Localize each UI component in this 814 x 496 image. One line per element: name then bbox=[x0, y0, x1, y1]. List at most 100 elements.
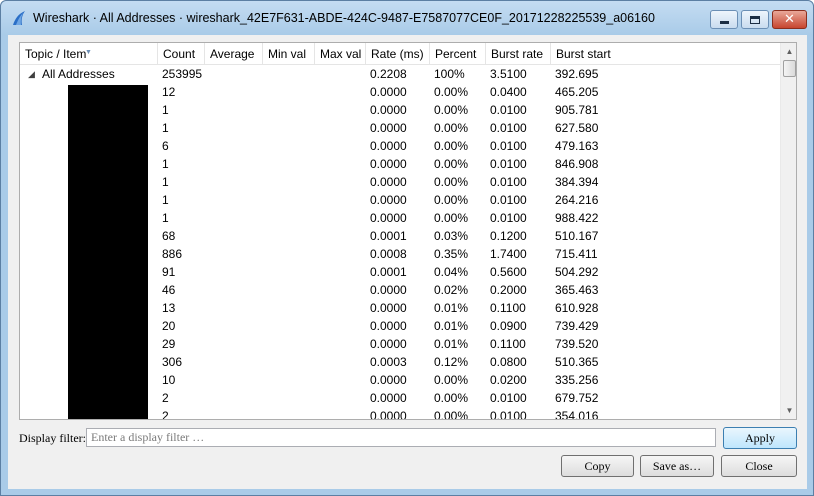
close-button[interactable]: Close bbox=[721, 455, 797, 477]
redaction-block bbox=[68, 85, 148, 419]
root-min bbox=[263, 65, 315, 83]
row-count: 29 bbox=[162, 337, 176, 351]
row-count: 886 bbox=[162, 247, 183, 261]
row-count: 1 bbox=[162, 211, 169, 225]
root-burst-rate: 3.5100 bbox=[490, 67, 527, 81]
row-rate: 0.0000 bbox=[370, 139, 407, 153]
dialog-body: Topic / Item ▼ Count Average Min val Max… bbox=[8, 35, 807, 489]
row-burst-rate: 0.1100 bbox=[490, 301, 526, 315]
row-rate: 0.0008 bbox=[370, 247, 407, 261]
statistics-tree[interactable]: Topic / Item ▼ Count Average Min val Max… bbox=[19, 42, 797, 420]
row-rate: 0.0001 bbox=[370, 229, 407, 243]
save-as-button[interactable]: Save as… bbox=[640, 455, 714, 477]
row-burst-rate: 0.0100 bbox=[490, 391, 527, 405]
root-label: All Addresses bbox=[42, 67, 115, 81]
column-average[interactable]: Average bbox=[205, 43, 263, 65]
scroll-up-arrow-icon[interactable]: ▲ bbox=[781, 43, 796, 60]
close-window-button[interactable]: ✕ bbox=[772, 10, 807, 29]
vertical-scrollbar[interactable]: ▲ ▼ bbox=[780, 43, 796, 419]
row-burst-start: 739.520 bbox=[555, 337, 599, 351]
row-rate: 0.0003 bbox=[370, 355, 407, 369]
row-count: 306 bbox=[162, 355, 183, 369]
row-percent: 0.00% bbox=[434, 409, 469, 420]
row-burst-start: 905.781 bbox=[555, 103, 599, 117]
column-percent[interactable]: Percent bbox=[430, 43, 486, 65]
row-percent: 0.00% bbox=[434, 373, 469, 387]
row-burst-start: 465.205 bbox=[555, 85, 599, 99]
row-percent: 0.35% bbox=[434, 247, 469, 261]
row-percent: 0.00% bbox=[434, 103, 469, 117]
column-topic-item[interactable]: Topic / Item ▼ bbox=[20, 43, 158, 65]
row-rate: 0.0000 bbox=[370, 409, 407, 420]
row-percent: 0.01% bbox=[434, 301, 469, 315]
row-rate: 0.0000 bbox=[370, 391, 407, 405]
row-burst-rate: 0.0400 bbox=[490, 85, 527, 99]
tree-root-row[interactable]: ◢ All Addresses 253995 0.2208 100% 3.510… bbox=[20, 65, 780, 83]
column-max-val[interactable]: Max val bbox=[315, 43, 366, 65]
row-percent: 0.00% bbox=[434, 85, 469, 99]
row-percent: 0.01% bbox=[434, 319, 469, 333]
row-burst-start: 846.908 bbox=[555, 157, 599, 171]
row-rate: 0.0000 bbox=[370, 157, 407, 171]
row-burst-start: 479.163 bbox=[555, 139, 599, 153]
row-burst-start: 510.365 bbox=[555, 355, 599, 369]
row-rate: 0.0000 bbox=[370, 175, 407, 189]
row-burst-rate: 0.0100 bbox=[490, 139, 527, 153]
row-burst-start: 354.016 bbox=[555, 409, 599, 420]
row-percent: 0.00% bbox=[434, 391, 469, 405]
row-rate: 0.0000 bbox=[370, 103, 407, 117]
apply-button[interactable]: Apply bbox=[723, 427, 797, 449]
wireshark-fin-icon bbox=[13, 11, 25, 25]
row-percent: 0.04% bbox=[434, 265, 469, 279]
row-burst-start: 335.256 bbox=[555, 373, 599, 387]
row-rate: 0.0000 bbox=[370, 319, 407, 333]
row-rate: 0.0000 bbox=[370, 283, 407, 297]
row-count: 46 bbox=[162, 283, 176, 297]
row-burst-rate: 0.0100 bbox=[490, 409, 527, 420]
row-burst-rate: 0.1200 bbox=[490, 229, 527, 243]
row-burst-start: 365.463 bbox=[555, 283, 599, 297]
row-burst-start: 384.394 bbox=[555, 175, 599, 189]
row-percent: 0.12% bbox=[434, 355, 469, 369]
row-rate: 0.0000 bbox=[370, 301, 407, 315]
root-burst-start: 392.695 bbox=[555, 67, 599, 81]
maximize-button[interactable] bbox=[741, 10, 769, 29]
root-average bbox=[205, 65, 263, 83]
row-percent: 0.00% bbox=[434, 139, 469, 153]
close-icon: ✕ bbox=[784, 12, 795, 27]
row-burst-start: 627.580 bbox=[555, 121, 599, 135]
column-header: Topic / Item ▼ Count Average Min val Max… bbox=[20, 43, 780, 65]
column-burst-start[interactable]: Burst start bbox=[551, 43, 780, 65]
row-count: 12 bbox=[162, 85, 176, 99]
statistics-window: Wireshark · All Addresses · wireshark_42… bbox=[0, 0, 814, 496]
row-rate: 0.0000 bbox=[370, 373, 407, 387]
row-percent: 0.00% bbox=[434, 157, 469, 171]
title-bar[interactable]: Wireshark · All Addresses · wireshark_42… bbox=[1, 1, 813, 35]
collapse-triangle-icon[interactable]: ◢ bbox=[28, 65, 35, 83]
row-burst-rate: 0.0100 bbox=[490, 175, 527, 189]
minimize-button[interactable] bbox=[710, 10, 738, 29]
scrollbar-thumb[interactable] bbox=[783, 60, 796, 77]
column-count[interactable]: Count bbox=[158, 43, 205, 65]
copy-button[interactable]: Copy bbox=[561, 455, 634, 477]
row-count: 2 bbox=[162, 409, 169, 420]
display-filter-input[interactable] bbox=[86, 428, 716, 447]
row-count: 68 bbox=[162, 229, 176, 243]
row-burst-rate: 1.7400 bbox=[490, 247, 527, 261]
row-burst-rate: 0.1100 bbox=[490, 337, 526, 351]
row-burst-rate: 0.0100 bbox=[490, 157, 527, 171]
row-percent: 0.03% bbox=[434, 229, 469, 243]
row-burst-rate: 0.0100 bbox=[490, 193, 527, 207]
maximize-icon bbox=[750, 15, 760, 24]
row-percent: 0.02% bbox=[434, 283, 469, 297]
column-min-val[interactable]: Min val bbox=[263, 43, 315, 65]
row-burst-rate: 0.0200 bbox=[490, 373, 527, 387]
column-rate[interactable]: Rate (ms) bbox=[366, 43, 430, 65]
column-burst-rate[interactable]: Burst rate bbox=[486, 43, 551, 65]
sort-indicator-icon: ▼ bbox=[85, 49, 92, 56]
scroll-down-arrow-icon[interactable]: ▼ bbox=[781, 402, 796, 419]
row-count: 6 bbox=[162, 139, 169, 153]
row-rate: 0.0000 bbox=[370, 211, 407, 225]
row-count: 91 bbox=[162, 265, 176, 279]
row-burst-start: 715.411 bbox=[555, 247, 598, 261]
